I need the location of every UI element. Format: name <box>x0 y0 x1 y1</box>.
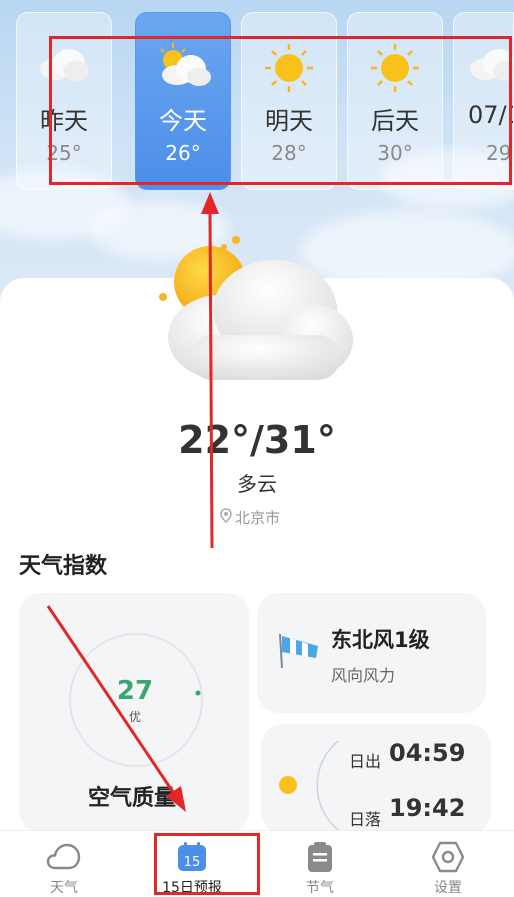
sun-cloud-icon <box>153 41 213 95</box>
nav-settings[interactable]: 设置 <box>384 831 512 897</box>
sun-arc-icon <box>276 738 346 837</box>
sun-icon <box>264 43 314 97</box>
day-label: 07/1 <box>468 101 513 129</box>
day-card-07-1[interactable]: 07/1 29° <box>453 12 514 190</box>
day-card-today[interactable]: 今天 26° <box>135 12 231 190</box>
nav-solar-terms[interactable]: 节气 <box>256 831 384 897</box>
wind-direction-level: 东北风1级 <box>331 628 430 652</box>
sun-icon <box>370 43 420 97</box>
sunrise-label: 日出 <box>349 752 382 771</box>
windsock-icon <box>276 630 322 674</box>
location[interactable]: 北京市 <box>220 507 280 528</box>
bottom-nav: 天气 15 15日预报 节气 设置 <box>0 830 514 897</box>
day-temp: 29° <box>486 141 513 165</box>
day-temp: 26° <box>165 141 201 165</box>
svg-text:15: 15 <box>184 855 201 870</box>
aqi-level: 优 <box>128 710 141 724</box>
day-card-tomorrow[interactable]: 明天 28° <box>241 12 337 190</box>
weather-condition: 多云 <box>237 472 277 496</box>
nav-label: 设置 <box>434 880 462 896</box>
day-temp: 30° <box>377 141 413 165</box>
wind-label: 风向风力 <box>331 666 396 685</box>
clipboard-icon <box>305 841 335 877</box>
nav-label: 15日预报 <box>162 880 222 896</box>
day-card-yesterday[interactable]: 昨天 25° <box>16 12 112 190</box>
calendar-15-icon: 15 <box>176 841 208 877</box>
nav-weather[interactable]: 天气 <box>0 831 128 897</box>
cloud-icon <box>36 43 92 87</box>
cloud-icon <box>466 43 513 87</box>
nav-label: 天气 <box>50 880 78 896</box>
day-strip: 昨天 25° 今天 26° 明天 28° 后天 30° 07/ 29 <box>0 12 514 192</box>
day-label: 明天 <box>265 107 313 135</box>
aqi-value: 27 <box>116 676 154 706</box>
nav-15-day-forecast[interactable]: 15 15日预报 <box>128 831 256 897</box>
sunset-time: 19:42 <box>389 794 466 822</box>
day-label: 今天 <box>159 107 207 135</box>
weather-index-title: 天气指数 <box>19 554 108 579</box>
day-card-after-tomorrow[interactable]: 后天 30° <box>347 12 443 190</box>
air-quality-label: 空气质量 <box>88 786 177 811</box>
sunrise-time: 04:59 <box>389 739 466 767</box>
day-label: 后天 <box>371 107 419 135</box>
temperature-range: 22°/31° <box>178 418 336 462</box>
location-name: 北京市 <box>235 509 281 527</box>
nav-label: 节气 <box>306 880 334 896</box>
day-label: 昨天 <box>40 107 88 135</box>
location-pin-icon <box>220 508 232 527</box>
hexagon-settings-icon <box>431 841 465 877</box>
day-temp: 28° <box>271 141 307 165</box>
day-temp: 25° <box>46 141 82 165</box>
sunset-label: 日落 <box>349 810 382 829</box>
cloud-outline-icon <box>46 841 82 877</box>
partly-cloudy-icon <box>150 225 360 394</box>
